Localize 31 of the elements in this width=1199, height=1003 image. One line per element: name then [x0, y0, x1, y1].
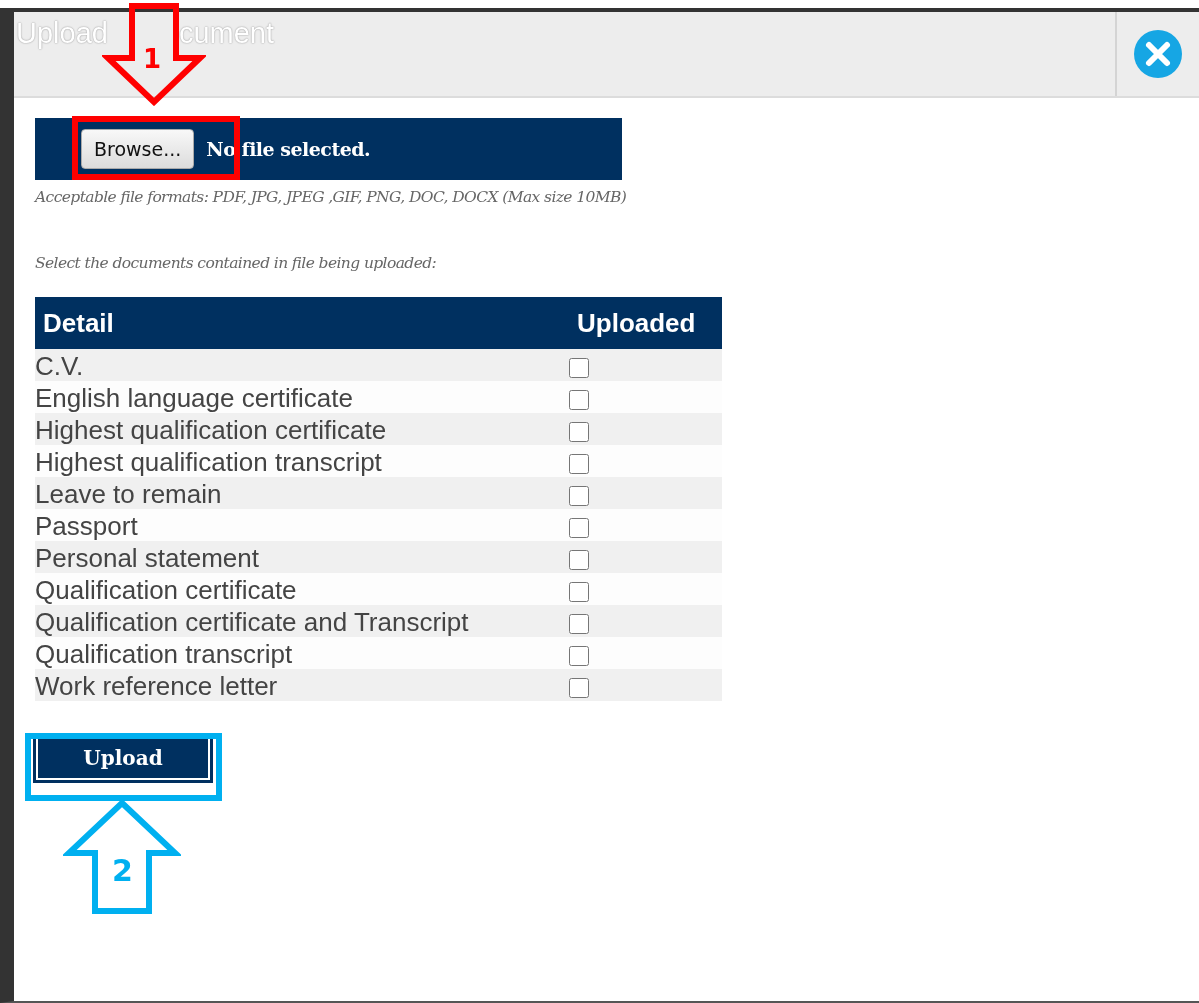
document-name: Passport — [35, 511, 139, 541]
document-name: English language certificate — [35, 383, 354, 413]
document-name: Qualification certificate — [35, 575, 298, 605]
uploaded-checkbox[interactable] — [569, 518, 589, 538]
uploaded-checkbox[interactable] — [569, 678, 589, 698]
uploaded-checkbox[interactable] — [569, 614, 589, 634]
uploaded-checkbox[interactable] — [569, 550, 589, 570]
uploaded-checkbox[interactable] — [569, 486, 589, 506]
document-name: Highest qualification transcript — [35, 447, 383, 477]
document-name: Qualification transcript — [35, 639, 294, 669]
close-icon[interactable] — [1133, 29, 1183, 79]
document-name: Personal statement — [35, 543, 260, 573]
step-number: 1 — [143, 46, 162, 72]
uploaded-checkbox[interactable] — [569, 646, 589, 666]
instruction-text: Select the documents contained in file being uploaded: — [35, 254, 438, 272]
browse-button[interactable]: Browse... — [81, 129, 195, 169]
uploaded-checkbox[interactable] — [569, 422, 589, 442]
column-header: Detail — [42, 307, 115, 339]
uploaded-checkbox[interactable] — [569, 582, 589, 602]
uploaded-checkbox[interactable] — [569, 358, 589, 378]
document-name: Qualification certificate and Transcript — [35, 607, 470, 637]
uploaded-checkbox[interactable] — [569, 390, 589, 410]
column-header: Uploaded — [577, 307, 696, 339]
formats-note: Acceptable file formats: PDF, JPG, JPEG ,GIF, PNG, DOC, DOCX (Max size 10MB) — [35, 188, 628, 206]
uploaded-checkbox[interactable] — [569, 454, 589, 474]
document-name: C.V. — [35, 351, 85, 381]
file-status: No file selected. — [206, 138, 371, 160]
document-name: Highest qualification certificate — [35, 415, 388, 445]
step-number: 2 — [112, 856, 133, 886]
document-name: Work reference letter — [35, 671, 279, 701]
document-name: Leave to remain — [35, 479, 223, 509]
